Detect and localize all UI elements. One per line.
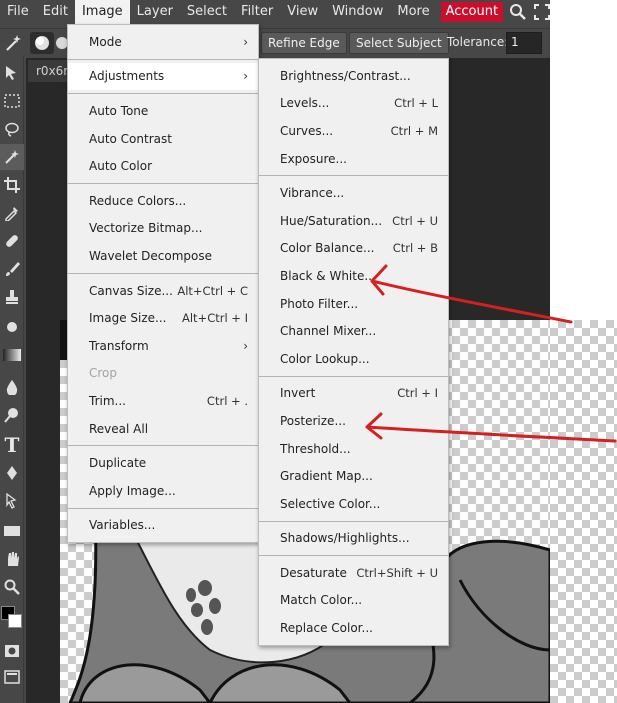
menu-item-channel-mixer[interactable]: Channel Mixer...: [259, 317, 448, 345]
menu-item-variables[interactable]: Variables...: [68, 512, 258, 540]
magic-wand-options-icon[interactable]: [4, 33, 22, 53]
menu-image[interactable]: Image: [74, 0, 130, 24]
quick-mask-icon[interactable]: [0, 638, 24, 664]
menu-item-transform[interactable]: Transform ›: [68, 332, 258, 360]
menu-item-duplicate[interactable]: Duplicate: [68, 449, 258, 477]
canvas-overflow: [550, 320, 617, 703]
menu-item-reduce-colors[interactable]: Reduce Colors...: [68, 187, 258, 215]
menu-layer[interactable]: Layer: [130, 0, 180, 24]
tolerance-input[interactable]: 1: [506, 32, 542, 54]
select-subject-button[interactable]: Select Subject: [349, 32, 449, 54]
menu-bar: File Edit Image Layer Select Filter View…: [0, 0, 550, 24]
refine-edge-button[interactable]: Refine Edge: [261, 32, 347, 54]
menu-view[interactable]: View: [280, 0, 325, 24]
document-tab[interactable]: r0x6n: [28, 60, 68, 82]
eraser-tool-icon[interactable]: [0, 314, 24, 340]
menu-separator: [68, 182, 258, 184]
menu-item-reveal-all[interactable]: Reveal All: [68, 415, 258, 443]
menu-separator: [68, 507, 258, 509]
menu-separator: [68, 93, 258, 95]
menu-item-adjustments[interactable]: Adjustments ›: [68, 62, 258, 91]
menu-item-color-balance[interactable]: Color Balance... Ctrl + B: [259, 235, 448, 263]
clone-stamp-tool-icon[interactable]: [0, 284, 24, 310]
menu-separator: [259, 520, 448, 522]
selection-mode-new-icon[interactable]: [30, 32, 54, 54]
account-button[interactable]: Account: [440, 2, 504, 22]
healing-brush-tool-icon[interactable]: [0, 228, 24, 254]
menu-item-crop: Crop: [89, 366, 118, 381]
menu-item-auto-color[interactable]: Auto Color: [68, 152, 258, 180]
menu-item-curves[interactable]: Curves... Ctrl + M: [259, 117, 448, 145]
menu-item-desaturate[interactable]: Desaturate Ctrl+Shift + U: [259, 559, 448, 587]
menu-item-auto-contrast[interactable]: Auto Contrast: [68, 125, 258, 153]
search-icon[interactable]: [509, 0, 527, 24]
menu-item-shadows-highlights[interactable]: Shadows/Highlights...: [259, 525, 448, 553]
shape-tool-icon[interactable]: [0, 518, 24, 544]
menu-item-match-color[interactable]: Match Color...: [259, 587, 448, 615]
menu-item-auto-tone[interactable]: Auto Tone: [68, 97, 258, 125]
fullscreen-icon[interactable]: [533, 0, 550, 24]
move-tool-icon[interactable]: [0, 60, 24, 86]
menu-item-mode[interactable]: Mode ›: [68, 28, 258, 56]
menu-separator: [68, 445, 258, 447]
tools-panel: T: [0, 56, 24, 703]
menu-item-selective-color[interactable]: Selective Color...: [259, 490, 448, 518]
adjustments-submenu: Brightness/Contrast... Levels... Ctrl + L…: [258, 58, 449, 646]
pen-tool-icon[interactable]: [0, 460, 24, 486]
lasso-tool-icon[interactable]: [0, 116, 24, 142]
app-window: File Edit Image Layer Select Filter View…: [0, 0, 550, 703]
menu-separator: [68, 58, 258, 60]
menu-filter[interactable]: Filter: [234, 0, 280, 24]
menu-item-invert[interactable]: Invert Ctrl + I: [259, 380, 448, 408]
hand-tool-icon[interactable]: [0, 546, 24, 572]
menu-item-levels[interactable]: Levels... Ctrl + L: [259, 90, 448, 118]
menu-separator: [68, 272, 258, 274]
menu-file[interactable]: File: [0, 0, 36, 24]
blur-tool-icon[interactable]: [0, 374, 24, 400]
menu-edit[interactable]: Edit: [36, 0, 75, 24]
menu-more[interactable]: More: [390, 0, 436, 24]
menu-item-photo-filter[interactable]: Photo Filter...: [259, 290, 448, 318]
menu-select[interactable]: Select: [180, 0, 234, 24]
menu-separator: [259, 175, 448, 177]
menu-separator: [259, 375, 448, 377]
menu-window[interactable]: Window: [325, 0, 390, 24]
menu-item-exposure[interactable]: Exposure...: [259, 145, 448, 173]
screen-mode-icon[interactable]: [0, 664, 24, 690]
zoom-tool-icon[interactable]: [0, 574, 24, 600]
menu-item-posterize[interactable]: Posterize...: [259, 407, 448, 435]
image-menu: Mode › Adjustments › Auto Tone Auto Contra…: [67, 24, 259, 544]
menu-item-gradient-map[interactable]: Gradient Map...: [259, 462, 448, 490]
marquee-tool-icon[interactable]: [0, 88, 24, 114]
path-select-tool-icon[interactable]: [0, 488, 24, 514]
eyedropper-tool-icon[interactable]: [0, 200, 24, 226]
menu-item-vectorize-bitmap[interactable]: Vectorize Bitmap...: [68, 215, 258, 243]
color-swatches-icon[interactable]: [0, 604, 24, 634]
gradient-tool-icon[interactable]: [0, 342, 24, 368]
menu-item-image-size[interactable]: Image Size... Alt+Ctrl + I: [68, 304, 258, 332]
magic-wand-tool-icon[interactable]: [0, 144, 24, 170]
menu-item-canvas-size[interactable]: Canvas Size... Alt+Ctrl + C: [68, 277, 258, 305]
menu-item-brightness-contrast[interactable]: Brightness/Contrast...: [259, 62, 448, 90]
menu-item-vibrance[interactable]: Vibrance...: [259, 179, 448, 207]
tolerance-label: Tolerance:: [447, 35, 509, 49]
menu-item-hue-saturation[interactable]: Hue/Saturation... Ctrl + U: [259, 207, 448, 235]
menu-item-black-white[interactable]: Black & White...: [259, 262, 448, 290]
menu-item-wavelet-decompose[interactable]: Wavelet Decompose: [68, 242, 258, 270]
chevron-right-icon: ›: [243, 338, 248, 353]
menu-separator: [259, 555, 448, 557]
menu-item-replace-color[interactable]: Replace Color...: [259, 614, 448, 642]
type-tool-icon[interactable]: T: [0, 432, 24, 458]
menu-item-threshold[interactable]: Threshold...: [259, 435, 448, 463]
menu-item-trim[interactable]: Trim... Ctrl + .: [68, 387, 258, 415]
menu-item-apply-image[interactable]: Apply Image...: [68, 477, 258, 505]
crop-tool-icon[interactable]: [0, 172, 24, 198]
chevron-right-icon: ›: [243, 69, 248, 84]
brush-tool-icon[interactable]: [0, 256, 24, 282]
chevron-right-icon: ›: [243, 34, 248, 49]
menu-item-color-lookup[interactable]: Color Lookup...: [259, 345, 448, 373]
dodge-tool-icon[interactable]: [0, 402, 24, 428]
